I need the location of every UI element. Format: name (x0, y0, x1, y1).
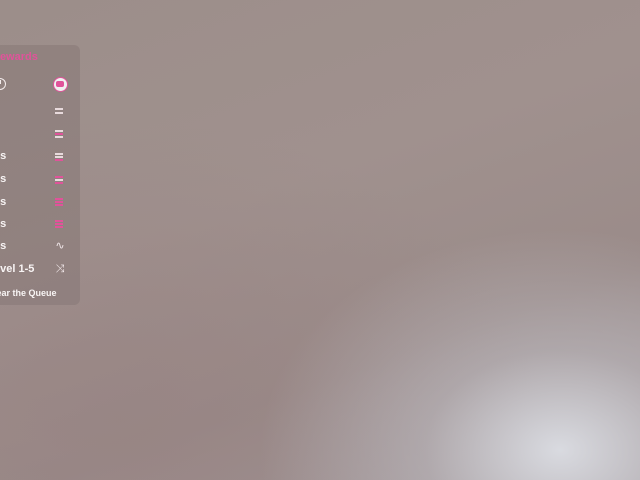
queue-item[interactable]: s (0, 101, 80, 121)
equals-lines-icon[interactable] (54, 104, 66, 116)
equals-lines-icon[interactable] (54, 196, 66, 208)
equals-lines-icon[interactable] (54, 150, 66, 162)
queue-item[interactable]: s (0, 124, 80, 144)
queue-item[interactable]: 5s (0, 170, 80, 190)
queue-item-label: 0s (0, 150, 7, 162)
timer-icon[interactable] (0, 78, 6, 90)
queue-item[interactable]: 0s (0, 193, 80, 213)
queue-item[interactable]: evel 1-5 ⤨ (0, 260, 80, 280)
queue-item[interactable]: 0s ∿ (0, 237, 80, 257)
shuffle-icon[interactable]: ⤨ (54, 263, 66, 275)
equals-lines-icon[interactable] (54, 173, 66, 185)
panel-title: Rewards (0, 51, 38, 63)
panel-header-row (0, 76, 80, 94)
queue-item-label: 5s (0, 173, 7, 185)
toggle-icon[interactable] (53, 77, 68, 92)
equals-lines-icon[interactable] (54, 218, 66, 230)
queue-item[interactable]: 0s (0, 215, 80, 235)
clear-queue-button[interactable]: lear the Queue (0, 288, 57, 298)
equals-lines-icon[interactable] (54, 127, 66, 139)
queue-item-label: evel 1-5 (0, 263, 35, 275)
queue-item-label: 0s (0, 196, 7, 208)
queue-item-label: 0s (0, 218, 7, 230)
queue-item-label: 0s (0, 240, 7, 252)
control-panel: Rewards s s 0s 5s 0s 0 (0, 45, 80, 305)
wave-icon[interactable]: ∿ (54, 240, 66, 252)
queue-item[interactable]: 0s (0, 147, 80, 167)
